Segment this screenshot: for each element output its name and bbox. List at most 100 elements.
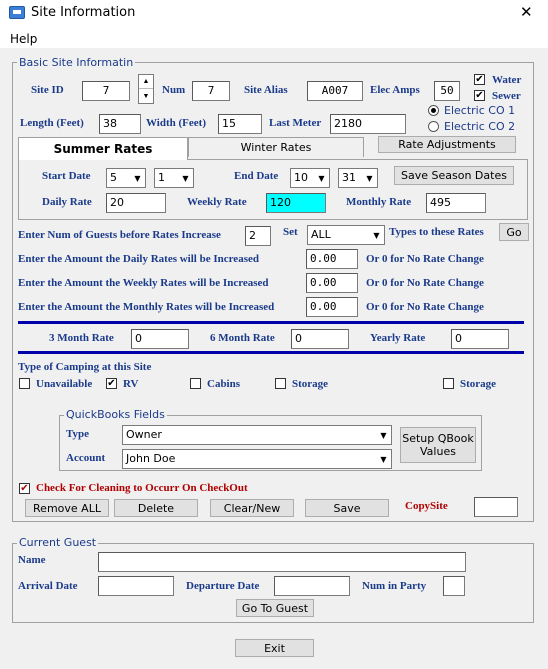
start-date-label: Start Date: [42, 170, 91, 182]
cleaning-label: Check For Cleaning to Occurr On CheckOut: [36, 482, 248, 494]
width-field[interactable]: 15: [218, 114, 262, 134]
start-day-select[interactable]: 1 ▼: [154, 168, 194, 188]
site-alias-field[interactable]: A007: [307, 81, 363, 101]
cleaning-checkbox[interactable]: ✔: [19, 483, 30, 494]
water-label: Water: [492, 74, 522, 86]
cabins-checkbox[interactable]: [190, 378, 201, 389]
num-field[interactable]: 7: [192, 81, 230, 101]
unavailable-checkbox[interactable]: [19, 378, 30, 389]
num-in-party-field[interactable]: [443, 576, 465, 596]
rate-adjustments-button[interactable]: Rate Adjustments: [378, 136, 516, 153]
end-day-select[interactable]: 31 ▼: [338, 168, 378, 188]
daily-increase-label: Enter the Amount the Daily Rates will be…: [18, 253, 259, 265]
chevron-down-icon: ▼: [366, 173, 373, 183]
weekly-or-zero-label: Or 0 for No Rate Change: [366, 277, 484, 289]
set-select[interactable]: ALL ▼: [307, 225, 385, 245]
monthly-rate-field[interactable]: 495: [426, 193, 486, 213]
last-meter-field[interactable]: 2180: [330, 114, 406, 134]
elec-amps-field[interactable]: 50: [434, 81, 460, 101]
spin-up-icon[interactable]: ▲: [139, 75, 153, 89]
chevron-down-icon: ▼: [373, 230, 380, 240]
departure-date-field[interactable]: [274, 576, 350, 596]
qb-type-value: Owner: [126, 428, 162, 441]
weekly-rate-field[interactable]: 120: [266, 193, 326, 213]
daily-or-zero-label: Or 0 for No Rate Change: [366, 253, 484, 265]
current-guest-legend: Current Guest: [17, 536, 99, 549]
end-month-value: 10: [294, 171, 308, 184]
guest-name-field[interactable]: [98, 552, 466, 572]
start-day-value: 1: [158, 171, 165, 184]
setup-qbook-button[interactable]: Setup QBook Values: [400, 427, 476, 463]
sewer-label: Sewer: [492, 90, 521, 102]
daily-increase-field[interactable]: 0.00: [306, 249, 358, 269]
qb-account-value: John Doe: [126, 452, 176, 465]
three-month-label: 3 Month Rate: [49, 332, 114, 344]
monthly-increase-field[interactable]: 0.00: [306, 297, 358, 317]
start-month-select[interactable]: 5 ▼: [106, 168, 146, 188]
width-label: Width (Feet): [146, 117, 206, 129]
go-to-guest-button[interactable]: Go To Guest: [236, 599, 314, 617]
guests-increase-field[interactable]: 2: [245, 226, 271, 246]
yearly-field[interactable]: 0: [451, 329, 509, 349]
spin-down-icon[interactable]: ▼: [139, 89, 153, 103]
cabins-label: Cabins: [207, 378, 241, 390]
start-month-value: 5: [110, 171, 117, 184]
water-checkbox[interactable]: ✔: [474, 74, 485, 85]
qb-type-label: Type: [66, 428, 90, 440]
save-button[interactable]: Save: [305, 499, 389, 517]
go-button[interactable]: Go: [499, 223, 529, 241]
arrival-date-field[interactable]: [98, 576, 174, 596]
weekly-increase-field[interactable]: 0.00: [306, 273, 358, 293]
site-id-spinner[interactable]: ▲ ▼: [138, 74, 154, 104]
storage2-checkbox[interactable]: [443, 378, 454, 389]
camping-type-label: Type of Camping at this Site: [18, 361, 152, 373]
copysite-label: CopySite: [405, 500, 448, 512]
chevron-down-icon: ▼: [134, 173, 141, 183]
monthly-rate-label: Monthly Rate: [346, 196, 412, 208]
three-month-field[interactable]: 0: [131, 329, 189, 349]
app-icon: [9, 6, 25, 19]
guests-increase-label: Enter Num of Guests before Rates Increas…: [18, 229, 221, 241]
storage-label: Storage: [292, 378, 329, 390]
chevron-down-icon: ▼: [380, 430, 387, 440]
menu-bar: [0, 26, 548, 48]
length-label: Length (Feet): [20, 117, 84, 129]
save-season-dates-button[interactable]: Save Season Dates: [394, 166, 514, 185]
elec-amps-label: Elec Amps: [370, 84, 420, 96]
site-id-label: Site ID: [31, 84, 64, 96]
storage2-label: Storage: [460, 378, 497, 390]
storage-checkbox[interactable]: [275, 378, 286, 389]
electric-co1-radio[interactable]: [428, 105, 439, 116]
tab-summer-rates[interactable]: Summer Rates: [18, 137, 188, 160]
clear-new-button[interactable]: Clear/New: [210, 499, 294, 517]
six-month-label: 6 Month Rate: [210, 332, 275, 344]
qb-account-select[interactable]: John Doe ▼: [122, 449, 392, 469]
weekly-increase-label: Enter the Amount the Weekly Rates will b…: [18, 277, 269, 289]
remove-all-button[interactable]: Remove ALL: [25, 499, 109, 517]
close-icon[interactable]: ✕: [520, 3, 533, 21]
qb-type-select[interactable]: Owner ▼: [122, 425, 392, 445]
divider-bottom: [18, 351, 524, 354]
electric-co1-label: Electric CO 1: [444, 104, 516, 117]
end-month-select[interactable]: 10 ▼: [290, 168, 330, 188]
electric-co2-radio[interactable]: [428, 121, 439, 132]
daily-rate-field[interactable]: 20: [106, 193, 166, 213]
six-month-field[interactable]: 0: [291, 329, 349, 349]
qb-account-label: Account: [66, 452, 106, 464]
guest-name-label: Name: [18, 554, 46, 566]
copysite-field[interactable]: [474, 497, 518, 517]
length-field[interactable]: 38: [99, 114, 141, 134]
exit-button[interactable]: Exit: [235, 639, 314, 657]
monthly-or-zero-label: Or 0 for No Rate Change: [366, 301, 484, 313]
tab-winter-rates[interactable]: Winter Rates: [188, 137, 364, 157]
end-date-label: End Date: [234, 170, 279, 182]
weekly-rate-label: Weekly Rate: [187, 196, 247, 208]
site-id-field[interactable]: 7: [82, 81, 130, 101]
chevron-down-icon: ▼: [182, 173, 189, 183]
menu-help[interactable]: Help: [10, 32, 37, 46]
rv-checkbox[interactable]: ✔: [106, 378, 117, 389]
delete-button[interactable]: Delete: [114, 499, 198, 517]
sewer-checkbox[interactable]: ✔: [474, 90, 485, 101]
chevron-down-icon: ▼: [318, 173, 325, 183]
window-title: Site Information: [31, 5, 136, 20]
